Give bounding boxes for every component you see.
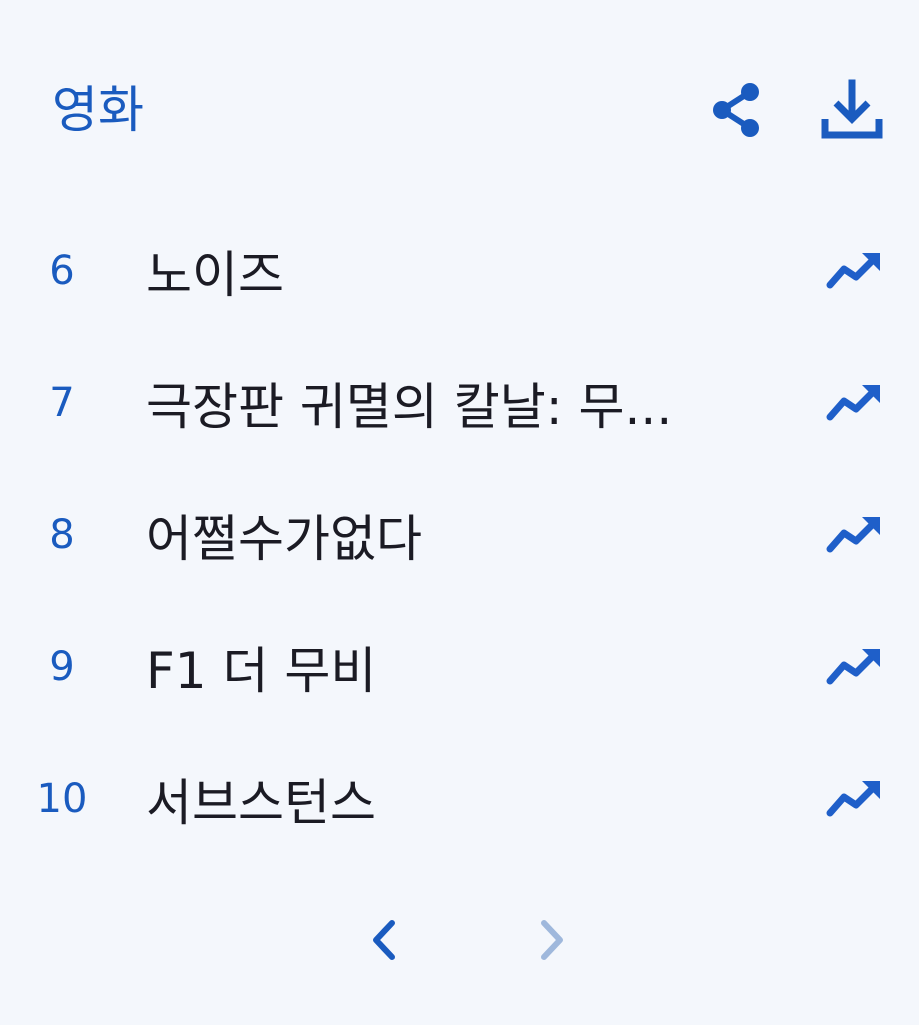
trending-up-icon: [818, 637, 888, 697]
next-page-button[interactable]: [512, 900, 592, 980]
list-item[interactable]: 9 F1 더 무비: [0, 601, 919, 733]
chevron-left-icon: [373, 920, 395, 960]
list-item[interactable]: 6 노이즈: [0, 205, 919, 337]
rank-number: 10: [36, 776, 88, 822]
previous-page-button[interactable]: [344, 900, 424, 980]
movies-trending-card: 영화 6 노이즈 7 극장판 귀멸의 칼날: 무... 8 어쩔수가없다 9 F…: [0, 0, 919, 1025]
rank-number: 7: [49, 380, 75, 426]
card-header: 영화: [0, 60, 919, 170]
share-button[interactable]: [696, 70, 776, 150]
movie-title: 서브스턴스: [146, 774, 376, 832]
trending-up-icon: [818, 241, 888, 301]
movie-title: 노이즈: [146, 246, 284, 304]
list-item[interactable]: 7 극장판 귀멸의 칼날: 무...: [0, 337, 919, 469]
rank-number: 8: [49, 512, 75, 558]
card-title: 영화: [52, 81, 144, 139]
trending-up-icon: [818, 505, 888, 565]
download-icon: [821, 79, 883, 139]
chevron-right-icon: [541, 920, 563, 960]
movie-title: 극장판 귀멸의 칼날: 무...: [146, 378, 673, 436]
share-icon: [713, 83, 759, 137]
download-button[interactable]: [812, 70, 892, 150]
movie-title: 어쩔수가없다: [146, 510, 422, 568]
movie-title: F1 더 무비: [146, 642, 377, 700]
rank-number: 6: [49, 248, 75, 294]
pagination: [0, 900, 919, 980]
trending-up-icon: [818, 769, 888, 829]
trending-up-icon: [818, 373, 888, 433]
list-item[interactable]: 8 어쩔수가없다: [0, 469, 919, 601]
rank-number: 9: [49, 644, 75, 690]
list-item[interactable]: 10 서브스턴스: [0, 733, 919, 865]
